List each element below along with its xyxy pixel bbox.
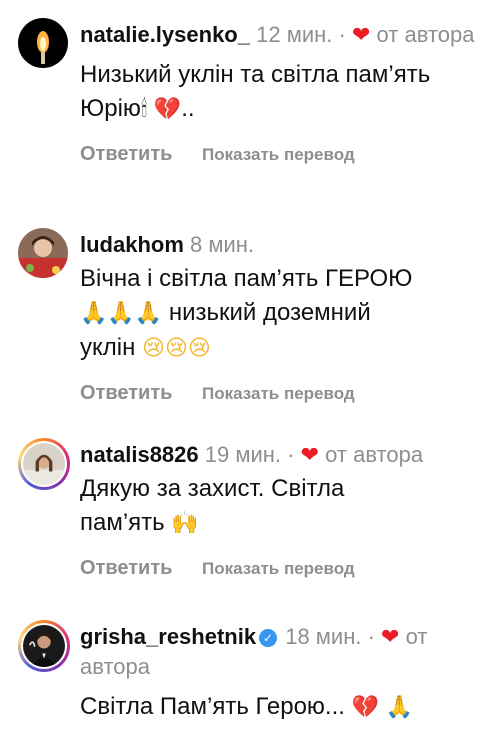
timestamp: 18 мин. (285, 624, 362, 649)
username[interactable]: grisha_reshetnik (80, 624, 256, 649)
separator: · (287, 442, 295, 467)
broken-heart-emoji-icon: 💔 (351, 695, 380, 720)
timestamp: 12 мин. (256, 22, 333, 47)
show-translation-button[interactable]: Показать перевод (202, 145, 355, 164)
separator: · (367, 624, 375, 649)
comment-line-suffix: .. (181, 95, 195, 122)
praying-hands-emoji-icon: 🙏🙏🙏 (80, 301, 163, 326)
person-avatar-icon (18, 228, 68, 278)
comment-line: уклін 😢😢😢 (80, 331, 480, 366)
liked-by-author-label-cont: автора (80, 654, 150, 679)
reply-button[interactable]: Ответить (80, 143, 172, 165)
comment-header: natalis8826 19 мин. · ❤ от автора (80, 440, 480, 470)
candle-emoji-icon: 🕯 (140, 97, 148, 122)
comment-actions: Ответить Показать перевод (80, 141, 480, 168)
verified-badge-icon: ✓ (259, 629, 278, 647)
comment-text: Низький уклін та світла пам’ять Юрію🕯 💔.… (80, 58, 480, 127)
show-translation-button[interactable]: Показать перевод (202, 384, 355, 403)
timestamp: 8 мин. (190, 232, 255, 257)
comment-actions: Ответить Показать перевод (80, 555, 480, 582)
comment-text: Світла Пам’ять Герою... 💔 🙏 (80, 690, 480, 725)
comment-line: 🙏🙏🙏 низький доземний (80, 296, 480, 331)
avatar[interactable] (18, 228, 68, 278)
avatar[interactable] (18, 438, 70, 490)
liked-by-author-label: от (405, 624, 428, 649)
comment-header: ludakhom 8 мин. (80, 230, 480, 260)
liked-by-author-label: от автора (376, 22, 475, 47)
comment-header: grisha_reshetnik ✓ 18 мин. · ❤ от автора (80, 622, 480, 682)
avatar[interactable] (18, 18, 68, 68)
comment-line: Вічна і світла пам’ять ГЕРОЮ (80, 265, 413, 292)
reply-button[interactable]: Ответить (80, 557, 172, 579)
reply-button[interactable]: Ответить (80, 382, 172, 404)
comment-text: Дякую за захист. Світла пам’ять 🙌 (80, 472, 480, 541)
liked-by-author-label: от автора (325, 442, 424, 467)
comment-line-text: низький доземний (168, 299, 371, 326)
praying-hands-emoji-icon: 🙏 (385, 695, 414, 720)
comment-text: Вічна і світла пам’ять ГЕРОЮ 🙏🙏🙏 низький… (80, 262, 480, 366)
show-translation-button[interactable]: Показать перевод (202, 559, 355, 578)
comment-line-text: Світла Пам’ять Герою... (80, 693, 345, 720)
person-avatar-icon (23, 443, 65, 485)
raising-hands-emoji-icon: 🙌 (171, 511, 199, 536)
username[interactable]: ludakhom (80, 232, 184, 257)
separator: · (338, 22, 346, 47)
comment-header: natalie.lysenko_ 12 мин. · ❤ от автора (80, 20, 480, 50)
heart-icon: ❤ (300, 442, 320, 467)
comment-line: Світла Пам’ять Герою... 💔 🙏 (80, 690, 480, 725)
username[interactable]: natalis8826 (80, 442, 199, 467)
broken-heart-emoji-icon: 💔 (153, 97, 182, 122)
comment-line-text: уклін (80, 334, 136, 361)
candle-avatar-icon (18, 18, 68, 68)
comment-actions: Ответить Показать перевод (80, 380, 480, 407)
timestamp: 19 мин. (204, 442, 282, 467)
person-avatar-icon (23, 625, 65, 667)
comment-line: пам’ять 🙌 (80, 506, 480, 541)
comment-line-text: пам’ять (80, 509, 165, 536)
heart-icon: ❤ (381, 624, 400, 649)
comment-line: Дякую за захист. Світла (80, 475, 345, 502)
comment-line: Юрію🕯 💔.. (80, 92, 480, 127)
crying-face-emoji-icon: 😢😢😢 (142, 336, 211, 361)
comment-line-text: Юрію (80, 95, 141, 122)
comment-line: Низький уклін та світла пам’ять (80, 61, 431, 88)
avatar[interactable] (18, 620, 70, 672)
username[interactable]: natalie.lysenko_ (80, 22, 250, 47)
heart-icon: ❤ (351, 22, 371, 47)
